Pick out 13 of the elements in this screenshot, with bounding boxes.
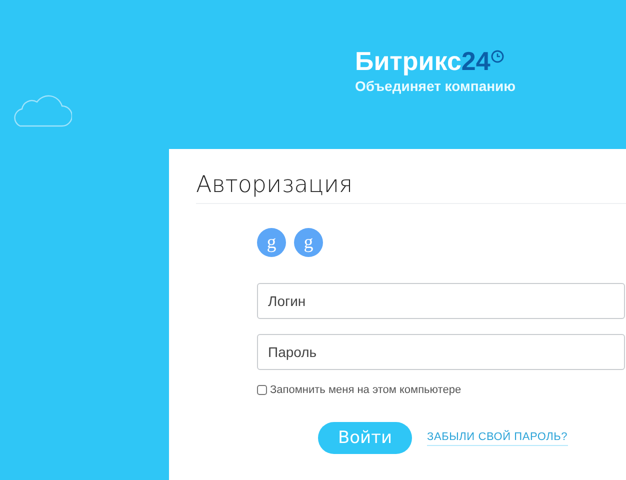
form-title: Авторизация <box>196 171 353 199</box>
password-field[interactable]: Пароль <box>257 334 625 370</box>
login-field[interactable]: Логин <box>257 283 625 319</box>
login-button[interactable]: Войти <box>318 422 412 454</box>
clock-icon <box>491 50 504 63</box>
remember-checkbox[interactable] <box>257 385 267 395</box>
remember-label: Запомнить меня на этом компьютере <box>270 384 462 396</box>
google-button[interactable]: g <box>294 228 323 257</box>
google-button[interactable]: g <box>257 228 286 257</box>
tagline: Объединяет компанию <box>355 78 516 94</box>
brand-number: 24 <box>461 47 490 75</box>
brand-name: Битрикс <box>355 47 462 75</box>
forgot-password-link[interactable]: ЗАБЫЛИ СВОЙ ПАРОЛЬ? <box>427 430 568 446</box>
